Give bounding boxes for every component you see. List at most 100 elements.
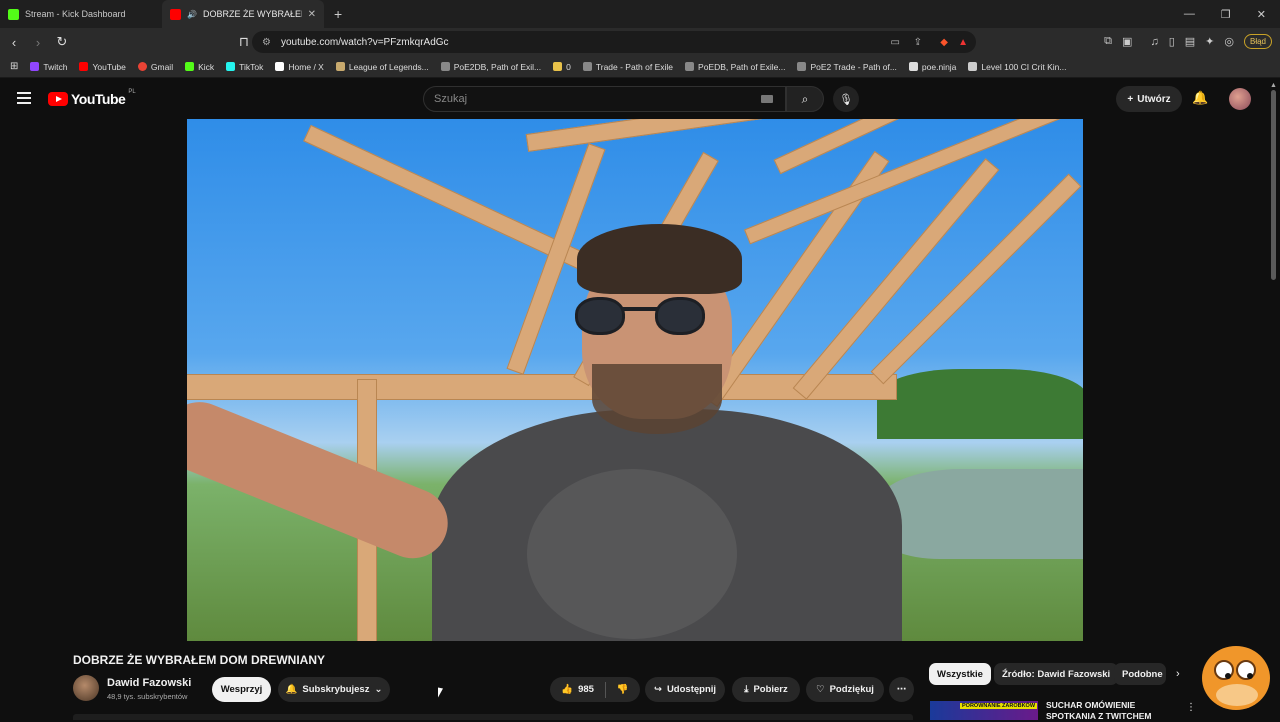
google-icon	[137, 62, 147, 71]
tab-kick-dashboard[interactable]: Stream - Kick Dashboard	[0, 0, 162, 28]
bookmark-kick[interactable]: Kick	[185, 62, 214, 72]
channel-avatar[interactable]	[73, 675, 99, 701]
chip-source-channel[interactable]: Źródło: Dawid Fazowski	[994, 663, 1119, 685]
like-dislike-group: 👍 985 👎	[550, 677, 640, 702]
site-settings-icon[interactable]: ⚙	[262, 37, 271, 48]
bookmark-tiktok[interactable]: TikTok	[226, 62, 263, 72]
sidebar-icon[interactable]: ▯	[1169, 35, 1175, 48]
minimize-icon[interactable]: —	[1184, 8, 1195, 21]
video-person-beard	[592, 364, 722, 434]
ninja-icon	[908, 62, 918, 71]
video-person-sunglasses	[575, 297, 735, 335]
chip-all[interactable]: Wszystkie	[929, 663, 991, 685]
bookmark-poe2db[interactable]: PoE2DB, Path of Exil...	[440, 62, 541, 72]
error-button[interactable]: Błąd	[1243, 34, 1272, 49]
dislike-button[interactable]: 👎	[617, 684, 629, 695]
close-window-icon[interactable]: ✕	[1257, 8, 1266, 21]
create-label: Utwórz	[1137, 93, 1171, 105]
share-icon[interactable]: ⇪	[914, 37, 922, 48]
support-label: Wesprzyj	[220, 684, 263, 695]
search-input[interactable]: Szukaj	[423, 86, 786, 112]
bookmark-label: YouTube	[92, 61, 126, 72]
poe-icon	[582, 62, 592, 71]
browser-tab-bar: Stream - Kick Dashboard 🔊 DOBRZE ŻE WYBR…	[0, 0, 1280, 28]
bookmark-label: Kick	[198, 61, 215, 72]
share-button[interactable]: ↪ Udostępnij	[645, 677, 725, 702]
screenshot-icon[interactable]: ▣	[1122, 35, 1132, 48]
brave-rewards-icon[interactable]: ▲	[958, 37, 968, 48]
apps-grid-icon[interactable]: ⊞	[10, 61, 18, 72]
cast-icon[interactable]: ▭	[891, 37, 900, 48]
search-placeholder: Szukaj	[434, 93, 468, 105]
video-trees	[877, 369, 1083, 439]
url-field[interactable]: ⚙ youtube.com/watch?v=PFzmkqrAdGc ▭ ⇪ ◆ …	[252, 31, 976, 53]
poe-icon	[797, 62, 807, 71]
video-person-hair	[577, 224, 742, 294]
menu-icon[interactable]	[17, 92, 31, 107]
voice-search-button[interactable]: 🎙	[833, 86, 859, 112]
bookmark-poedb[interactable]: PoEDB, Path of Exile...	[685, 62, 785, 72]
video-player[interactable]	[187, 119, 1083, 641]
garfield-overlay-image	[1196, 636, 1276, 720]
bookmark-label: poe.ninja	[921, 61, 957, 72]
bookmark-level-100[interactable]: Level 100 CI Crit Kin...	[968, 62, 1066, 72]
channel-name[interactable]: Dawid Fazowski	[107, 677, 191, 689]
speaker-icon[interactable]: 🔊	[187, 10, 197, 19]
subscribed-button[interactable]: 🔔 Subskrybujesz ⌄	[278, 677, 390, 702]
bookmark-x[interactable]: Home / X	[275, 62, 324, 72]
search-button[interactable]: ⌕	[786, 86, 824, 112]
tab-title: Stream - Kick Dashboard	[25, 9, 126, 19]
keyboard-icon[interactable]	[761, 95, 773, 103]
bookmark-youtube[interactable]: YouTube	[79, 61, 126, 72]
account-avatar[interactable]	[1229, 88, 1251, 110]
scroll-up-arrow-icon[interactable]: ▲	[1270, 82, 1277, 89]
forward-icon[interactable]: ›	[28, 35, 48, 50]
like-count: 985	[578, 684, 594, 695]
page-scrollbar[interactable]	[1271, 90, 1276, 280]
create-button[interactable]: + Utwórz	[1116, 86, 1182, 112]
bookmark-twitch[interactable]: Twitch	[30, 62, 67, 72]
notifications-bell-icon[interactable]: 🔔	[1192, 90, 1208, 106]
bookmarks-bar: ⊞ Twitch YouTube Gmail Kick TikTok Home …	[0, 56, 1280, 78]
bookmark-gmail[interactable]: Gmail	[137, 62, 173, 72]
more-horizontal-icon: ⋯	[896, 684, 907, 695]
youtube-logo[interactable]: YouTube PL	[48, 89, 136, 107]
extensions-icon[interactable]: ⧉	[1104, 35, 1112, 48]
leo-icon[interactable]: ✦	[1205, 35, 1214, 48]
chip-similar[interactable]: Podobne	[1114, 663, 1166, 685]
back-icon[interactable]: ‹	[4, 35, 24, 50]
bookmark-poe2-trade[interactable]: PoE2 Trade - Path of...	[797, 62, 897, 72]
tab-youtube-video[interactable]: 🔊 DOBRZE ŻE WYBRAŁEM DOM ✕	[162, 0, 324, 28]
bookmark-folder[interactable]: 0	[553, 62, 571, 72]
microphone-icon: 🎙	[839, 93, 853, 106]
share-label: Udostępnij	[666, 684, 717, 695]
recommended-video-thumbnail[interactable]: PORÓWNANIE ZAROBKÓW	[930, 701, 1038, 720]
video-pond	[877, 469, 1083, 559]
thanks-button[interactable]: ♡ Podziękuj	[806, 677, 884, 702]
new-tab-button[interactable]: +	[334, 6, 342, 22]
bookmark-label: TikTok	[239, 61, 264, 72]
download-button[interactable]: ⤓ Pobierz	[732, 677, 800, 702]
restore-icon[interactable]: ❐	[1221, 8, 1231, 21]
reload-icon[interactable]: ↻	[52, 34, 72, 50]
poe-icon	[440, 62, 450, 71]
download-label: Pobierz	[753, 684, 788, 695]
bookmark-league[interactable]: League of Legends...	[335, 62, 429, 72]
more-actions-button[interactable]: ⋯	[889, 677, 914, 702]
support-button[interactable]: Wesprzyj	[212, 677, 271, 702]
wallet-icon[interactable]: ▤	[1185, 35, 1195, 48]
recommended-video-title[interactable]: SUCHAR OMÓWIENIE SPOTKANIA Z TWITCHEM	[1046, 700, 1176, 722]
bookmark-poe-trade[interactable]: Trade - Path of Exile	[582, 62, 673, 72]
brave-shield-icon[interactable]: ◆	[940, 37, 948, 48]
subscribed-label: Subskrybujesz	[302, 684, 370, 695]
more-vertical-icon[interactable]: ⋮	[1186, 702, 1196, 713]
close-tab-icon[interactable]: ✕	[308, 9, 316, 20]
vpn-icon[interactable]: ◎	[1224, 35, 1234, 48]
like-button[interactable]: 👍 985	[561, 684, 594, 695]
youtube-icon	[170, 8, 181, 20]
bookmark-icon[interactable]: ⊓	[234, 34, 254, 50]
bookmark-poe-ninja[interactable]: poe.ninja	[908, 61, 957, 72]
youtube-play-icon	[48, 92, 68, 106]
chevron-right-icon[interactable]: ›	[1176, 668, 1180, 680]
media-icon[interactable]: ♫	[1150, 36, 1158, 48]
